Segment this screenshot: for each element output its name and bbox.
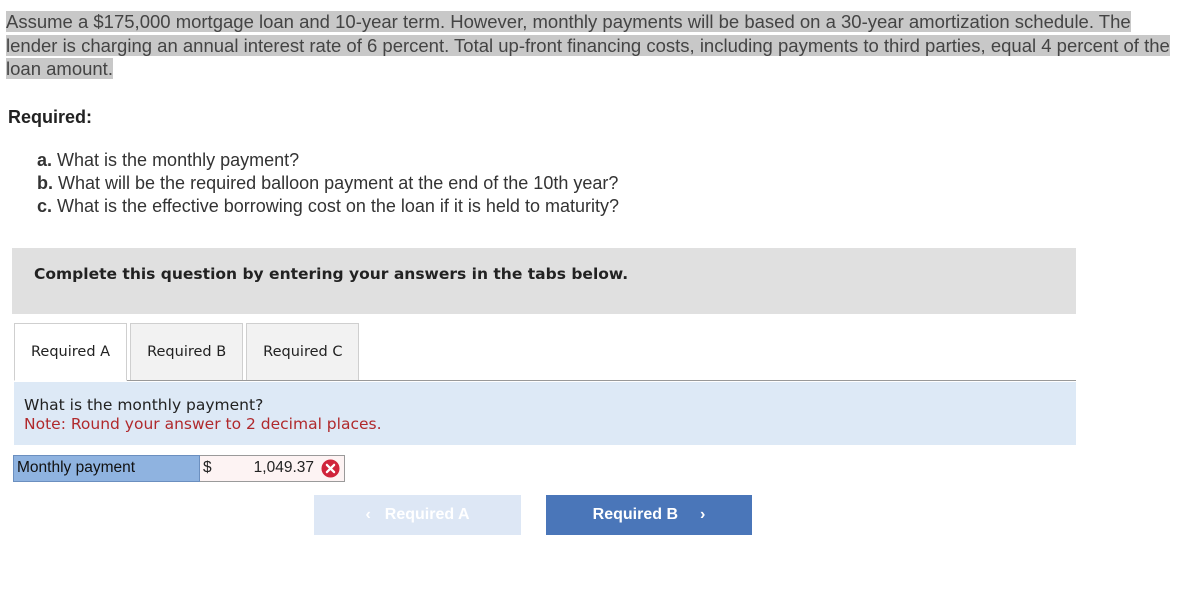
- prev-required-button[interactable]: ‹ Required A: [314, 495, 521, 535]
- question-c: c. What is the effective borrowing cost …: [37, 195, 619, 218]
- prompt-note: Note: Round your answer to 2 decimal pla…: [24, 415, 382, 433]
- question-letter: c.: [37, 196, 53, 216]
- question-letter: b.: [37, 173, 53, 193]
- chevron-right-icon: ›: [700, 506, 706, 523]
- instruction-bar: Complete this question by entering your …: [12, 248, 1076, 314]
- prompt-box: What is the monthly payment? Note: Round…: [14, 382, 1076, 445]
- question-text: What is the effective borrowing cost on …: [57, 196, 619, 216]
- answer-label: Monthly payment: [13, 455, 200, 482]
- question-text: What will be the required balloon paymen…: [58, 173, 619, 193]
- required-heading: Required:: [8, 107, 93, 127]
- answer-row: Monthly payment $ 1,049.37: [13, 455, 345, 482]
- tab-bar: Required A Required B Required C: [14, 323, 362, 381]
- tab-required-a[interactable]: Required A: [14, 323, 128, 381]
- tab-divider: [14, 380, 1076, 381]
- answer-value[interactable]: 1,049.37: [254, 459, 314, 477]
- question-list: a. What is the monthly payment? b. What …: [37, 149, 619, 218]
- next-required-button[interactable]: Required B ›: [546, 495, 752, 535]
- instruction-text: Complete this question by entering your …: [34, 265, 629, 283]
- x-icon: [321, 459, 340, 478]
- problem-text: Assume a $175,000 mortgage loan and 10-y…: [6, 11, 1170, 79]
- prompt-question: What is the monthly payment?: [24, 396, 264, 414]
- question-letter: a.: [37, 150, 53, 170]
- problem-statement: Assume a $175,000 mortgage loan and 10-y…: [6, 10, 1171, 81]
- monthly-payment-input[interactable]: $ 1,049.37: [200, 455, 345, 482]
- question-a: a. What is the monthly payment?: [37, 149, 619, 172]
- question-b: b. What will be the required balloon pay…: [37, 172, 619, 195]
- prev-button-label: Required A: [384, 506, 470, 523]
- chevron-left-icon: ‹: [365, 506, 371, 523]
- page: Assume a $175,000 mortgage loan and 10-y…: [0, 0, 1183, 590]
- question-text: What is the monthly payment?: [57, 150, 300, 170]
- tab-required-b[interactable]: Required B: [130, 323, 244, 381]
- tab-required-c[interactable]: Required C: [246, 323, 360, 381]
- currency-symbol: $: [203, 459, 212, 476]
- next-button-label: Required B: [592, 506, 678, 523]
